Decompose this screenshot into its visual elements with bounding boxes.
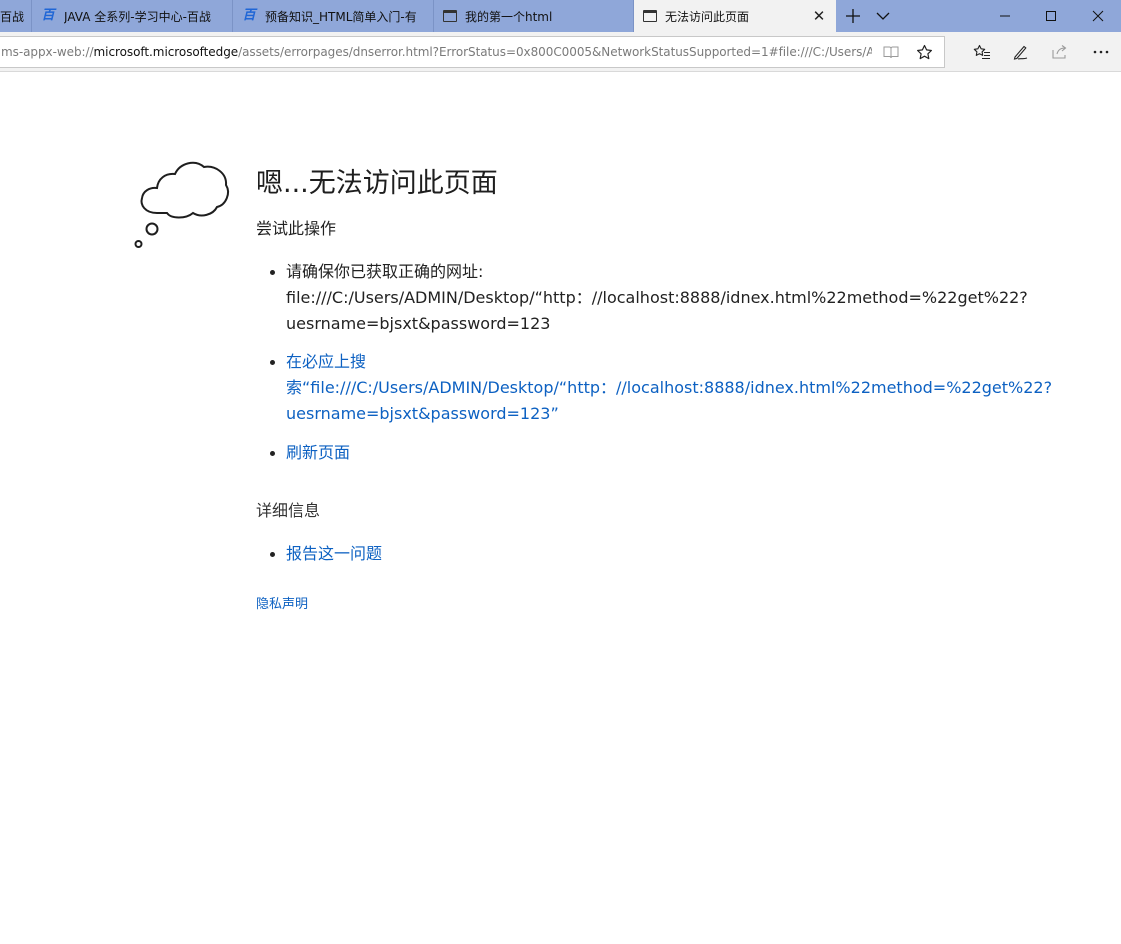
thought-cloud-icon — [134, 161, 229, 248]
search-bing-link-line2[interactable]: 索“file:///C:/Users/ADMIN/Desktop/“http：/… — [286, 375, 1052, 401]
minimize-icon — [1000, 15, 1010, 17]
address-url[interactable]: ms-appx-web://microsoft.microsoftedge/as… — [0, 45, 872, 59]
list-item-search-bing[interactable]: 在必应上搜 索“file:///C:/Users/ADMIN/Desktop/“… — [256, 349, 1052, 427]
search-bing-link-line1[interactable]: 在必应上搜 — [286, 349, 1052, 375]
report-problem-link[interactable]: 报告这一问题 — [286, 541, 382, 567]
baizhan-e-icon: 百 — [242, 8, 256, 23]
attempted-url-line1: file:///C:/Users/ADMIN/Desktop/“http：//l… — [286, 288, 1028, 307]
tab-html-intro[interactable]: 百 预备知识_HTML简单入门-有 — [233, 0, 434, 32]
list-item-refresh[interactable]: 刷新页面 — [256, 440, 1052, 466]
new-tab-button[interactable] — [838, 0, 868, 32]
tab-label: 预备知识_HTML简单入门-有 — [265, 9, 417, 24]
close-window-button[interactable] — [1075, 0, 1121, 32]
refresh-page-link[interactable]: 刷新页面 — [286, 440, 1052, 466]
navigation-bar: ms-appx-web://microsoft.microsoftedge/as… — [0, 32, 1121, 72]
url-scheme: ms-appx-web:// — [1, 45, 94, 59]
tab-label: 百战 — [0, 9, 25, 24]
attempted-url-line2: uesrname=bjsxt&password=123 — [286, 314, 551, 333]
tab-strip: 百战 百 JAVA 全系列-学习中心-百战 百 预备知识_HTML简单入门-有 … — [0, 0, 1121, 32]
list-item-report[interactable]: 报告这一问题 — [256, 541, 382, 567]
favorite-star-icon[interactable] — [909, 37, 939, 67]
address-bar[interactable]: ms-appx-web://microsoft.microsoftedge/as… — [0, 36, 945, 68]
try-this-heading: 尝试此操作 — [256, 219, 337, 238]
web-note-pen-icon[interactable] — [1005, 37, 1035, 67]
minimize-button[interactable] — [982, 0, 1028, 32]
close-tab-icon[interactable]: ✕ — [812, 8, 826, 24]
close-icon — [1092, 10, 1104, 22]
baizhan-e-icon: 百 — [41, 8, 55, 23]
check-url-label: 请确保你已获取正确的网址: — [286, 262, 484, 281]
url-path: /assets/errorpages/dnserror.html?ErrorSt… — [238, 45, 872, 59]
plus-icon — [846, 9, 860, 23]
tab-baizhan[interactable]: 百战 — [0, 0, 32, 32]
chevron-down-icon — [876, 12, 890, 20]
tab-my-first-html[interactable]: 我的第一个html — [434, 0, 634, 32]
error-page: 嗯...无法访问此页面 尝试此操作 请确保你已获取正确的网址: file:///… — [0, 73, 1121, 944]
details-list: 报告这一问题 — [256, 541, 382, 567]
search-bing-link-line3[interactable]: uesrname=bjsxt&password=123” — [286, 401, 1052, 427]
tab-label: 无法访问此页面 — [665, 9, 750, 24]
more-options-icon[interactable] — [1086, 37, 1116, 67]
page-icon — [443, 10, 457, 22]
url-host: microsoft.microsoftedge — [93, 45, 239, 59]
reading-view-icon[interactable] — [876, 37, 906, 67]
favorites-hub-icon[interactable] — [967, 37, 997, 67]
maximize-button[interactable] — [1028, 0, 1074, 32]
suggestion-list: 请确保你已获取正确的网址: file:///C:/Users/ADMIN/Des… — [256, 259, 1052, 466]
list-item-check-url: 请确保你已获取正确的网址: file:///C:/Users/ADMIN/Des… — [256, 259, 1052, 337]
page-title: 嗯...无法访问此页面 — [256, 168, 498, 199]
tab-label: 我的第一个html — [465, 9, 553, 24]
tab-cannot-reach-page[interactable]: 无法访问此页面 ✕ — [634, 0, 836, 32]
tab-preview-button[interactable] — [868, 0, 898, 32]
privacy-statement-link[interactable]: 隐私声明 — [256, 593, 308, 612]
tab-label: JAVA 全系列-学习中心-百战 — [64, 9, 211, 24]
details-heading: 详细信息 — [256, 501, 321, 520]
maximize-icon — [1046, 11, 1056, 21]
share-icon[interactable] — [1045, 37, 1075, 67]
page-icon — [643, 10, 657, 22]
tab-java-learning-center[interactable]: 百 JAVA 全系列-学习中心-百战 — [32, 0, 233, 32]
